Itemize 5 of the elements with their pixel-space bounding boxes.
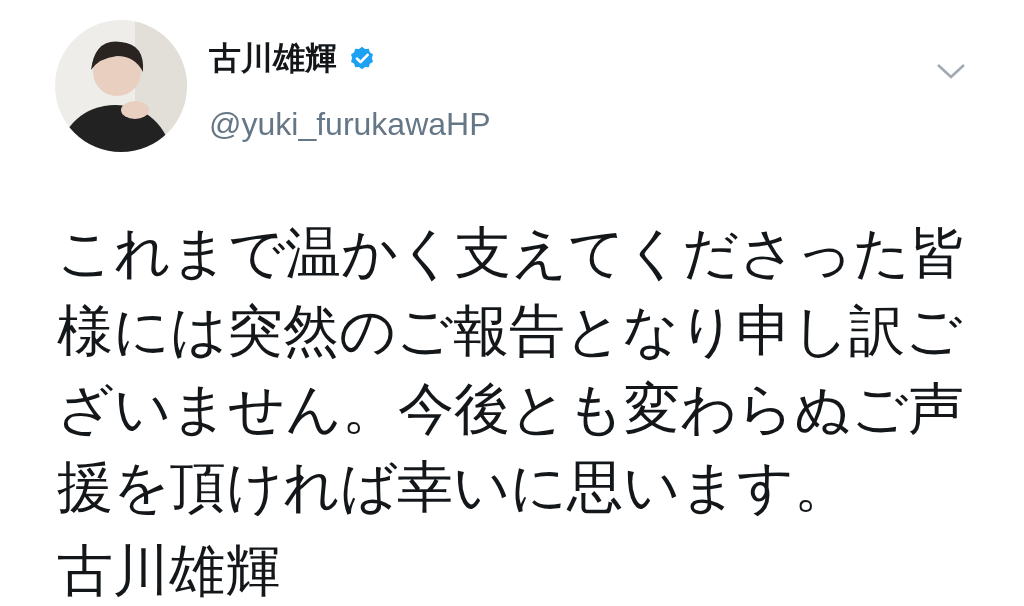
author-handle: @yuki_furukawaHP (209, 105, 491, 144)
signature: 古川雄輝 (57, 542, 282, 600)
chevron-down-icon[interactable] (936, 62, 966, 80)
author-name: 古川雄輝 (209, 39, 337, 78)
tweet-text: これまで温かく支えてくださった皆様には突然のご報告となり申し訳ございません。今後とも変わらぬご声援を頂ければ幸いに思います。 (57, 220, 967, 520)
